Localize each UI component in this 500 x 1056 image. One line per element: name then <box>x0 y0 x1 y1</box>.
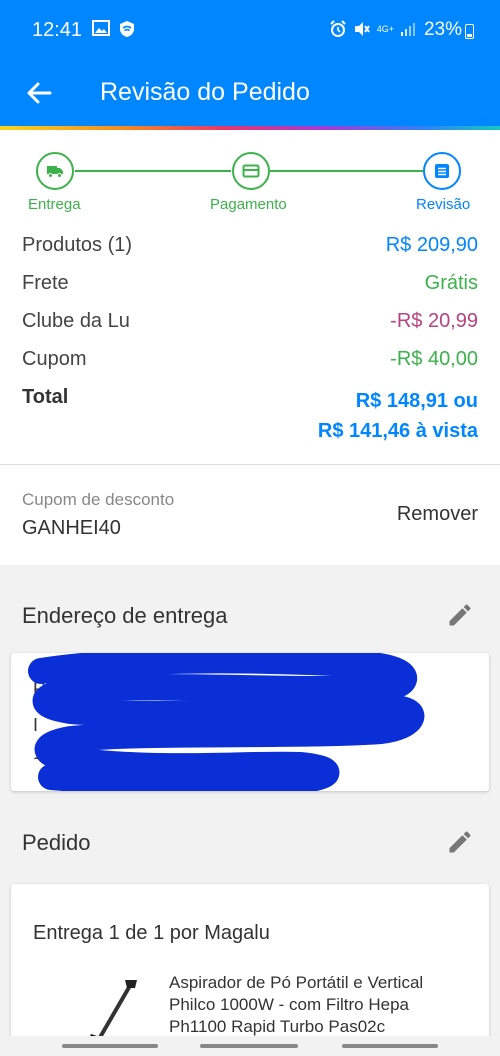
total-value: R$ 148,91 ou R$ 141,46 à vista <box>318 386 478 446</box>
status-time: 12:41 <box>32 19 83 41</box>
step-entrega[interactable] <box>36 152 74 190</box>
summary-value: -R$ 40,00 <box>390 348 478 370</box>
order-summary: Produtos (1) R$ 209,90 Frete Grátis Club… <box>0 232 500 464</box>
mute-icon <box>354 22 370 36</box>
signal-icon <box>401 23 415 36</box>
summary-row-cupom: Cupom -R$ 40,00 <box>22 348 478 371</box>
battery-icon <box>465 24 474 39</box>
total-label: Total <box>22 386 69 408</box>
order-card: Entrega 1 de 1 por Magalu Aspirador de P… <box>11 884 489 1056</box>
app-bar: Revisão do Pedido <box>0 62 500 126</box>
redaction-scribble <box>28 653 425 791</box>
summary-label: Clube da Lu <box>22 310 130 332</box>
network-type: 4G+ <box>376 23 394 34</box>
summary-value: Grátis <box>424 272 478 294</box>
system-nav-bar <box>0 1036 500 1056</box>
battery-level: 23% <box>423 19 462 40</box>
product-name[interactable]: Aspirador de Pó Portátil e Vertical Phil… <box>169 972 469 1038</box>
summary-row-produtos: Produtos (1) R$ 209,90 <box>22 234 478 257</box>
remove-coupon-button[interactable]: Remover <box>397 503 478 526</box>
summary-label: Produtos (1) <box>22 234 133 256</box>
summary-label: Cupom <box>22 348 87 370</box>
nav-recents-button[interactable] <box>62 1044 158 1048</box>
summary-row-clube: Clube da Lu -R$ 20,99 <box>22 310 478 333</box>
edit-order-icon[interactable] <box>446 828 474 856</box>
coupon-code: GANHEI40 <box>22 517 121 539</box>
list-icon <box>435 164 449 178</box>
nav-back-button[interactable] <box>342 1044 438 1048</box>
alarm-icon <box>330 20 346 37</box>
summary-value: R$ 209,90 <box>385 234 478 256</box>
total-installment: R$ 148,91 ou <box>355 390 478 412</box>
image-icon <box>92 20 110 36</box>
status-bar: 12:41 4G+ 23% <box>0 0 500 62</box>
step-label-entrega: Entrega <box>28 196 81 213</box>
shield-icon <box>120 21 134 37</box>
step-pagamento[interactable] <box>232 152 270 190</box>
step-label-revisao: Revisão <box>416 196 471 213</box>
address-section-title: Endereço de entrega <box>22 603 228 628</box>
summary-row-frete: Frete Grátis <box>22 272 478 295</box>
step-revisao[interactable] <box>423 152 461 190</box>
nav-home-button[interactable] <box>200 1044 298 1048</box>
arrow-left-icon[interactable] <box>22 76 56 110</box>
checkout-stepper: Entrega Pagamento Revisão <box>0 130 500 232</box>
address-card[interactable]: R I 1 <box>11 653 489 791</box>
edit-address-icon[interactable] <box>446 601 474 629</box>
summary-value: -R$ 20,99 <box>390 310 478 332</box>
delivery-title: Entrega 1 de 1 por Magalu <box>33 922 270 944</box>
coupon-label: Cupom de desconto <box>22 490 175 509</box>
summary-label: Frete <box>22 272 69 294</box>
truck-icon <box>47 166 63 178</box>
stepper-line <box>75 170 231 172</box>
step-label-pagamento: Pagamento <box>210 196 287 213</box>
order-section-title: Pedido <box>22 830 91 855</box>
card-icon <box>242 164 260 178</box>
coupon-section: Cupom de desconto GANHEI40 Remover <box>0 465 500 565</box>
total-cash: R$ 141,46 à vista <box>317 420 478 442</box>
stepper-line <box>270 170 423 172</box>
page-title: Revisão do Pedido <box>100 78 310 106</box>
